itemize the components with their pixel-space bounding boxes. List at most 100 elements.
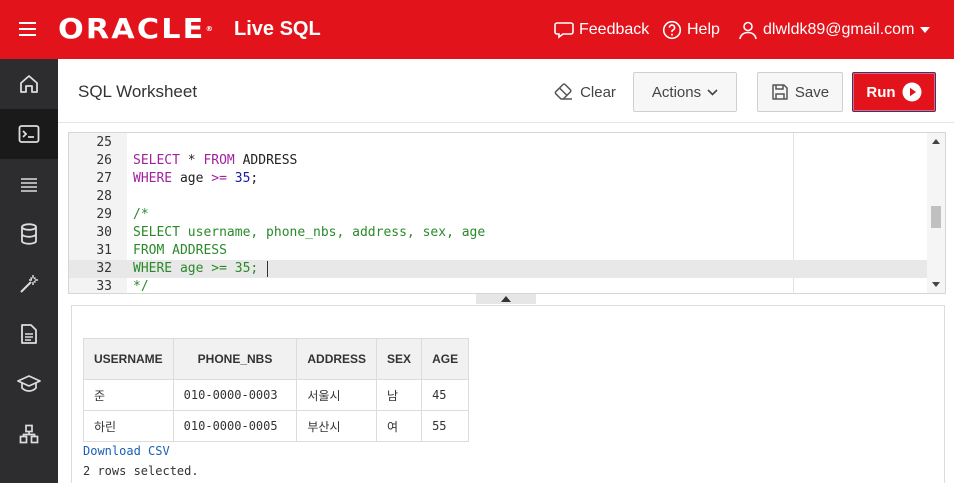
nav-home[interactable] [0,59,58,109]
table-cell: 010-0000-0003 [172,379,298,411]
play-circle-icon [902,82,922,102]
column-header: USERNAME [83,338,174,380]
line-number: 30 [96,225,112,240]
column-header: SEX [376,338,423,380]
document-icon [21,324,37,344]
page-title: SQL Worksheet [78,82,198,101]
code-text: */ [133,279,149,294]
code-line[interactable]: 29 /* [69,206,929,224]
graduation-cap-icon [17,375,41,392]
chevron-down-icon [707,88,718,96]
save-label: Save [794,83,830,101]
code-line[interactable]: 26 SELECT * FROM ADDRESS [69,152,929,170]
list-icon [21,178,37,192]
code-text: FROM ADDRESS [133,243,227,258]
nav-my-scripts[interactable] [0,309,58,359]
column-header: AGE [421,338,470,380]
product-name[interactable]: Live SQL [234,18,321,41]
chat-bubble-icon [554,22,574,39]
code-line[interactable]: 27 WHERE age >= 35; [69,170,929,188]
table-cell: 45 [421,379,470,411]
scrollbar-thumb[interactable] [931,206,941,228]
table-cell: 부산시 [296,410,378,442]
line-number: 27 [96,171,112,186]
user-icon [739,21,757,40]
table-cell: 남 [376,379,423,411]
table-row: 준 010-0000-0003 서울시 남 45 [83,379,470,411]
code-text: /* [133,207,149,222]
line-number: 26 [96,153,112,168]
line-number: 31 [96,243,112,258]
help-label: Help [687,21,720,38]
sql-keyword: FROM [203,153,235,168]
sql-operator: >= [211,171,227,186]
help-circle-icon [662,20,682,40]
nav-list[interactable] [0,159,58,209]
line-number: 32 [96,261,112,276]
column-header: PHONE_NBS [172,338,298,380]
line-number: 25 [96,135,112,150]
wand-icon [20,275,38,293]
rows-selected-status: 2 rows selected. [83,464,199,478]
line-number: 33 [96,279,112,294]
sql-token: ADDRESS [242,153,298,168]
nav-sql-worksheet[interactable] [0,109,58,159]
nav-tutorials[interactable] [0,359,58,409]
save-icon [772,84,788,100]
feedback-link[interactable]: Feedback [554,20,649,40]
table-cell: 55 [421,410,470,442]
text-cursor [267,261,268,277]
sql-number: 35 [234,171,251,186]
sql-token: ; [250,171,259,186]
schema-icon [19,424,39,444]
column-header: ADDRESS [296,338,378,380]
results-table: USERNAME PHONE_NBS ADDRESS SEX AGE 준 010… [83,338,470,442]
help-link[interactable]: Help [662,20,720,40]
brand-text: ORACLE [58,12,206,45]
actions-label: Actions [651,83,702,101]
run-button[interactable]: Run [852,72,936,112]
save-button[interactable]: Save [757,72,843,112]
code-line[interactable]: 28 [69,188,929,206]
code-text: WHERE age >= 35; [133,170,258,188]
line-number: 29 [96,207,112,222]
editor-scrollbar[interactable] [927,133,945,293]
top-header: ORACLE® Live SQL Feedback Help dlwldk89@… [0,0,954,59]
code-text: SELECT username, phone_nbs, address, sex… [133,225,486,240]
clear-button[interactable]: Clear [552,72,618,112]
table-row: 하린 010-0000-0005 부산시 여 55 [83,410,470,442]
line-number: 28 [96,189,112,204]
table-cell: 여 [376,410,423,442]
home-icon [20,75,38,93]
table-cell: 서울시 [296,379,378,411]
table-cell: 하린 [83,410,174,442]
table-header-row: USERNAME PHONE_NBS ADDRESS SEX AGE [83,338,470,380]
worksheet-toolbar: SQL Worksheet Clear Actions Save Run [58,59,954,123]
nav-code-library[interactable] [0,259,58,309]
user-menu[interactable]: dlwldk89@gmail.com [738,20,931,40]
clear-label: Clear [580,83,616,101]
nav-database[interactable] [0,209,58,259]
side-nav [0,59,58,483]
code-line[interactable]: 30 SELECT username, phone_nbs, address, … [69,224,929,242]
sql-keyword: SELECT [133,153,180,168]
code-line[interactable]: 33 */ [69,278,929,294]
download-csv-link[interactable]: Download CSV [83,444,170,458]
code-line[interactable]: 31 FROM ADDRESS [69,242,929,260]
scroll-down-icon[interactable] [932,282,940,287]
oracle-logo[interactable]: ORACLE® [58,14,213,44]
nav-schema[interactable] [0,409,58,459]
sql-editor[interactable]: 25 26 SELECT * FROM ADDRESS 27 WHERE age… [68,132,946,294]
table-cell: 010-0000-0005 [172,410,298,442]
code-line-current[interactable]: 32 WHERE age >= 35; [69,260,929,278]
user-email: dlwldk89@gmail.com [763,21,915,38]
hamburger-menu-icon[interactable] [19,22,36,36]
scroll-up-icon[interactable] [932,139,940,144]
code-line[interactable]: 25 [69,134,929,152]
pane-splitter[interactable] [476,294,536,304]
actions-dropdown[interactable]: Actions [633,72,737,112]
